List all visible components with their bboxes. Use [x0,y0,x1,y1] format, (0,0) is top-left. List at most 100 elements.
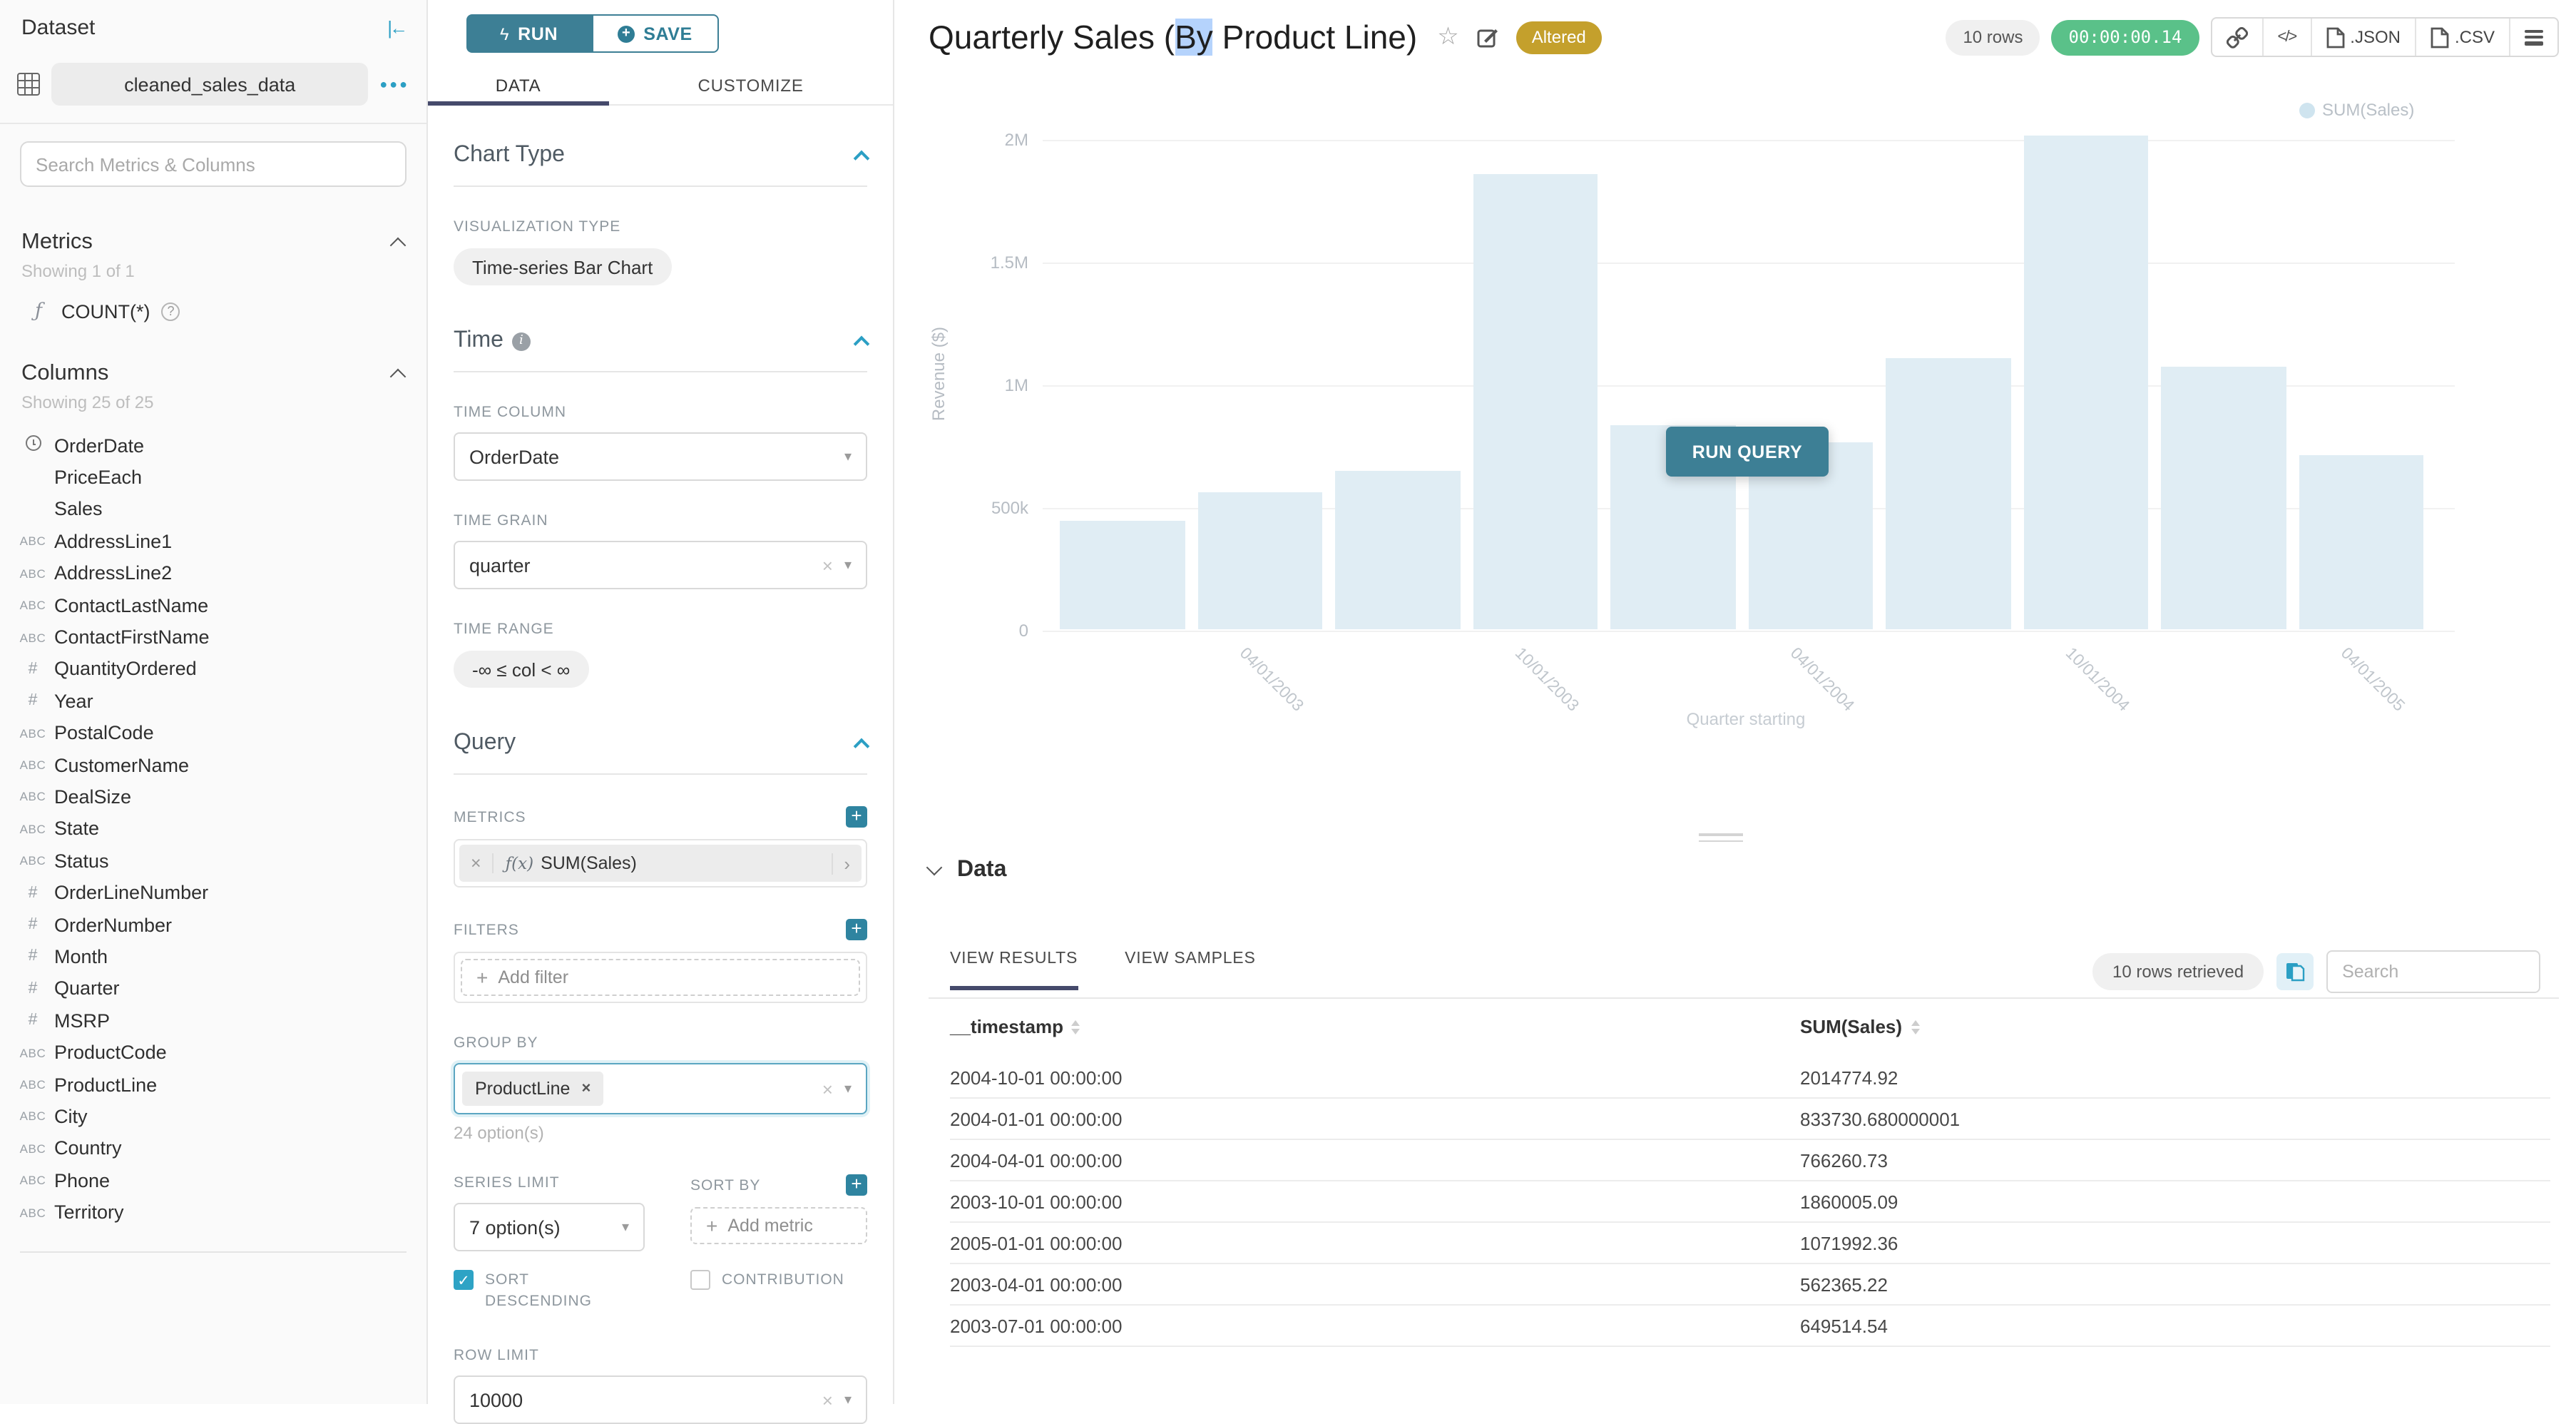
collapse-panel-icon[interactable]: |← [387,17,405,39]
time-range-pill[interactable]: -∞ ≤ col < ∞ [454,651,588,688]
column-item[interactable]: #MSRP [0,1005,426,1037]
group-by-select[interactable]: ProductLine × × ▾ [454,1063,867,1114]
metric-chip[interactable]: × ƒ(x) SUM(Sales) › [459,845,862,882]
column-header-timestamp[interactable]: __timestamp [950,1016,1800,1037]
metric-item[interactable]: ƒ COUNT(*) ? [0,300,426,322]
column-item[interactable]: #QuantityOrdered [0,653,426,685]
sort-descending-checkbox[interactable]: ✓ [454,1270,474,1290]
dataset-more-icon[interactable]: ●●● [379,77,409,91]
chevron-up-icon[interactable] [390,369,407,385]
column-item[interactable]: #OrderNumber [0,909,426,941]
column-item[interactable]: #Month [0,941,426,973]
copy-data-button[interactable] [2276,953,2314,990]
tab-data[interactable]: DATA [428,66,608,104]
column-label: Month [54,946,108,967]
column-item[interactable]: Sales [0,494,426,526]
chart-legend[interactable]: SUM(Sales) [2299,100,2414,120]
column-label: ContactFirstName [54,626,210,648]
column-item[interactable]: ABCProductLine [0,1069,426,1101]
time-section-title: Time [454,328,504,354]
column-item[interactable]: ABCContactFirstName [0,621,426,653]
run-button[interactable]: ϟ RUN [466,14,591,53]
time-grain-label: TIME GRAIN [454,512,867,529]
column-item[interactable]: #Quarter [0,972,426,1005]
clear-icon[interactable]: × [822,1078,833,1099]
column-item[interactable]: ABCDealSize [0,781,426,813]
row-limit-label: ROW LIMIT [454,1347,867,1364]
remove-chip-icon[interactable]: × [581,1080,591,1097]
sort-icon[interactable] [1911,1019,1919,1034]
sort-icon[interactable] [1072,1019,1080,1034]
column-item[interactable]: #Year [0,685,426,717]
column-label: MSRP [54,1009,110,1031]
y-axis-tick-label: 1M [943,375,1028,395]
contribution-checkbox[interactable] [690,1270,710,1290]
column-item[interactable]: ABCCountry [0,1132,426,1164]
column-item[interactable]: ABCPostalCode [0,717,426,749]
column-item[interactable]: ABCProductCode [0,1037,426,1069]
add-sort-metric-dropzone[interactable]: + Add metric [690,1207,867,1244]
column-item[interactable]: PriceEach [0,462,426,494]
run-label: RUN [518,24,558,44]
tab-customize[interactable]: CUSTOMIZE [608,66,893,104]
favorite-star-icon[interactable]: ☆ [1437,23,1459,51]
add-filter-button[interactable]: + [846,919,867,940]
column-item[interactable]: ABCTerritory [0,1196,426,1229]
column-item[interactable]: ABCContactLastName [0,589,426,621]
edit-title-icon[interactable] [1476,26,1499,49]
tab-view-samples[interactable]: VIEW SAMPLES [1125,950,1255,990]
altered-badge[interactable]: Altered [1516,21,1602,54]
column-item[interactable]: ABCAddressLine2 [0,557,426,589]
search-metrics-input[interactable] [20,141,407,187]
column-item[interactable]: ABCCustomerName [0,749,426,781]
filters-label: FILTERS [454,921,519,938]
viz-type-pill[interactable]: Time-series Bar Chart [454,248,671,285]
expand-metric-icon[interactable]: › [831,853,862,874]
time-column-select[interactable]: OrderDate ▾ [454,432,867,481]
group-by-chip[interactable]: ProductLine × [462,1072,603,1106]
columns-section-title: Columns [21,361,108,387]
divider [20,1251,407,1253]
tab-view-results[interactable]: VIEW RESULTS [950,950,1078,990]
run-query-button[interactable]: RUN QUERY [1666,427,1829,477]
remove-metric-icon[interactable]: × [459,853,494,873]
chevron-up-icon[interactable] [854,151,870,167]
x-axis-title: Quarter starting [1653,709,1839,729]
column-item[interactable]: OrderDate [0,429,426,462]
chevron-up-icon[interactable] [854,738,870,755]
column-header-label: SUM(Sales) [1800,1016,1902,1037]
clear-icon[interactable]: × [822,554,833,576]
column-item[interactable]: ABCCity [0,1100,426,1132]
column-label: DealSize [54,786,131,808]
column-item[interactable]: ABCAddressLine1 [0,525,426,557]
x-axis-tick-label: 04/01/2003 [1237,645,1307,715]
export-json-button[interactable]: .JSON [2311,19,2416,56]
add-metric-button[interactable]: + [846,806,867,828]
panel-resize-handle[interactable] [1699,833,1743,846]
clear-icon[interactable]: × [822,1389,833,1410]
chevron-up-icon[interactable] [390,238,407,254]
column-item[interactable]: #OrderLineNumber [0,877,426,909]
save-button[interactable]: + SAVE [591,14,719,53]
export-csv-button[interactable]: .CSV [2416,19,2510,56]
menu-button[interactable] [2510,19,2557,56]
embed-code-button[interactable]: </> [2263,19,2311,56]
column-header-metric[interactable]: SUM(Sales) [1800,1016,1919,1037]
time-grain-select[interactable]: quarter × ▾ [454,541,867,589]
dataset-name-pill[interactable]: cleaned_sales_data [51,63,368,106]
column-item[interactable]: ABCStatus [0,845,426,877]
chart-title[interactable]: Quarterly Sales (By Product Line) [929,18,1417,56]
chevron-up-icon[interactable] [854,336,870,352]
help-icon[interactable]: ? [162,302,180,320]
copy-link-button[interactable] [2212,19,2263,56]
column-item[interactable]: ABCPhone [0,1164,426,1196]
chevron-down-icon: ▾ [844,1392,852,1408]
info-icon[interactable]: i [512,332,531,350]
chevron-down-icon[interactable] [926,860,943,876]
add-filter-dropzone[interactable]: + Add filter [461,959,860,996]
results-search-input[interactable] [2326,950,2540,993]
row-limit-select[interactable]: 10000 × ▾ [454,1375,867,1424]
column-item[interactable]: ABCState [0,813,426,845]
series-limit-select[interactable]: 7 option(s) ▾ [454,1203,645,1251]
add-sort-metric-button[interactable]: + [846,1174,867,1196]
